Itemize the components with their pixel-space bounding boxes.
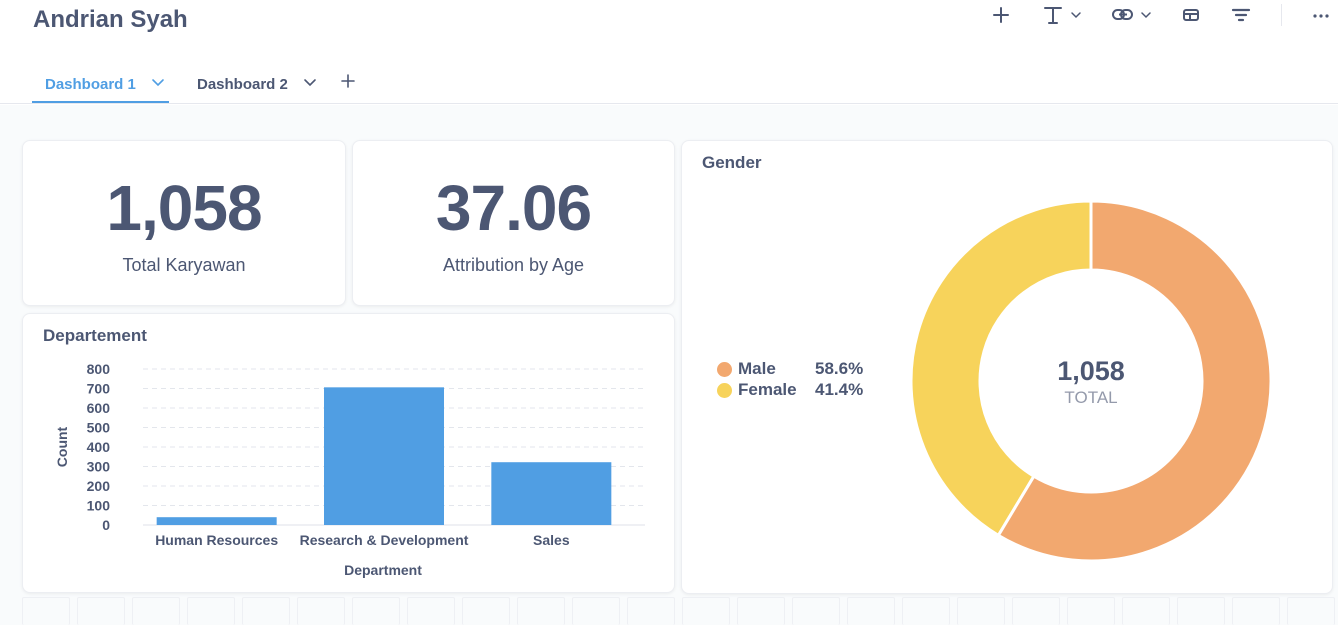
grid-cell — [297, 597, 345, 625]
y-tick-label: 0 — [102, 517, 110, 533]
x-tick-label: Research & Development — [300, 532, 469, 548]
x-tick-label: Human Resources — [155, 532, 278, 548]
bar-0[interactable] — [156, 517, 277, 525]
grid-cell — [957, 597, 1005, 625]
more-options-button[interactable] — [1308, 2, 1334, 28]
y-axis-title: Count — [54, 426, 70, 467]
legend-item-male[interactable]: Male 58.6% — [717, 358, 863, 380]
scalar-value: 37.06 — [435, 172, 592, 244]
tab-label: Dashboard 2 — [197, 76, 288, 93]
departement-card[interactable]: Departement 0 100 200 300 400 500 600 700 800 Hum… — [22, 313, 675, 593]
add-tab-button[interactable] — [341, 68, 361, 104]
grid-cell — [187, 597, 235, 625]
grid-cell — [792, 597, 840, 625]
chevron-down-icon[interactable] — [151, 75, 165, 89]
legend-dot — [717, 361, 732, 377]
toolbar-divider — [1281, 4, 1282, 26]
department-bar-chart: 0 100 200 300 400 500 600 700 800 Human Resources… — [54, 361, 645, 578]
plus-icon — [341, 74, 355, 88]
grid-cell — [627, 597, 675, 625]
grid-cell — [1232, 597, 1280, 625]
add-link-button[interactable] — [1110, 2, 1156, 28]
bar-1[interactable] — [324, 387, 444, 525]
grid-cell — [737, 597, 785, 625]
tab-dashboard-1[interactable]: Dashboard 1 — [32, 68, 169, 103]
total-karyawan-card[interactable]: 1,058 Total Karyawan — [22, 140, 346, 306]
grid-cell — [847, 597, 895, 625]
grid-cell — [1067, 597, 1115, 625]
legend-label: Male — [738, 359, 776, 378]
card-title: Gender — [702, 153, 762, 172]
plus-icon — [993, 7, 1009, 23]
grid-cell — [462, 597, 510, 625]
legend-value: 58.6% — [815, 359, 864, 378]
scalar-label: Total Karyawan — [122, 255, 246, 275]
tab-dashboard-2[interactable]: Dashboard 2 — [197, 68, 317, 104]
y-tick-label: 200 — [87, 478, 111, 494]
grid-cell — [22, 597, 70, 625]
chevron-down-icon[interactable] — [303, 75, 317, 89]
add-text-button[interactable] — [1040, 2, 1086, 28]
grid-cell — [407, 597, 455, 625]
grid-cell — [1287, 597, 1335, 625]
scalar-value: 1,058 — [106, 172, 262, 244]
y-tick-label: 500 — [87, 420, 111, 436]
dashboard-header: Andrian Syah Dashboard 1 Dashboard 2 — [0, 0, 1338, 104]
y-tick-label: 800 — [87, 361, 111, 377]
dashboard-title: Andrian Syah — [33, 6, 188, 33]
x-tick-label: Sales — [533, 532, 570, 548]
grid-cell — [682, 597, 730, 625]
bar-2[interactable] — [491, 462, 612, 525]
add-filter-button[interactable] — [1228, 2, 1254, 28]
donut-center-value: 1,058 — [1057, 356, 1125, 386]
filter-icon — [1231, 8, 1251, 22]
grid-cell — [517, 597, 565, 625]
grid-cell — [1012, 597, 1060, 625]
y-tick-label: 600 — [87, 400, 111, 416]
add-card-button[interactable] — [988, 2, 1014, 28]
donut-center-label: TOTAL — [1064, 388, 1117, 407]
text-icon — [1044, 7, 1081, 24]
attribution-age-card[interactable]: 37.06 Attribution by Age — [352, 140, 675, 306]
grid-cell — [1177, 597, 1225, 625]
y-tick-label: 700 — [87, 381, 111, 397]
scalar-label: Attribution by Age — [442, 255, 585, 275]
x-axis-title: Department — [344, 562, 422, 578]
grid-cell — [132, 597, 180, 625]
grid-cell — [242, 597, 290, 625]
section-icon — [1183, 9, 1199, 21]
grid-cell — [902, 597, 950, 625]
y-tick-label: 100 — [87, 498, 111, 514]
link-icon — [1112, 9, 1151, 20]
legend-dot — [717, 382, 732, 398]
tab-label: Dashboard 1 — [45, 76, 136, 93]
y-tick-label: 400 — [87, 439, 111, 455]
grid-cell — [1122, 597, 1170, 625]
legend-label: Female — [738, 380, 797, 399]
legend-value: 41.4% — [815, 380, 864, 399]
grid-cell — [572, 597, 620, 625]
y-tick-label: 300 — [87, 459, 111, 475]
grid-cell — [77, 597, 125, 625]
gender-donut-chart: 1,058 TOTAL — [909, 199, 1273, 563]
legend-item-female[interactable]: Female 41.4% — [717, 379, 863, 401]
grid-cell — [352, 597, 400, 625]
add-section-button[interactable] — [1178, 2, 1204, 28]
more-icon — [1313, 14, 1329, 18]
